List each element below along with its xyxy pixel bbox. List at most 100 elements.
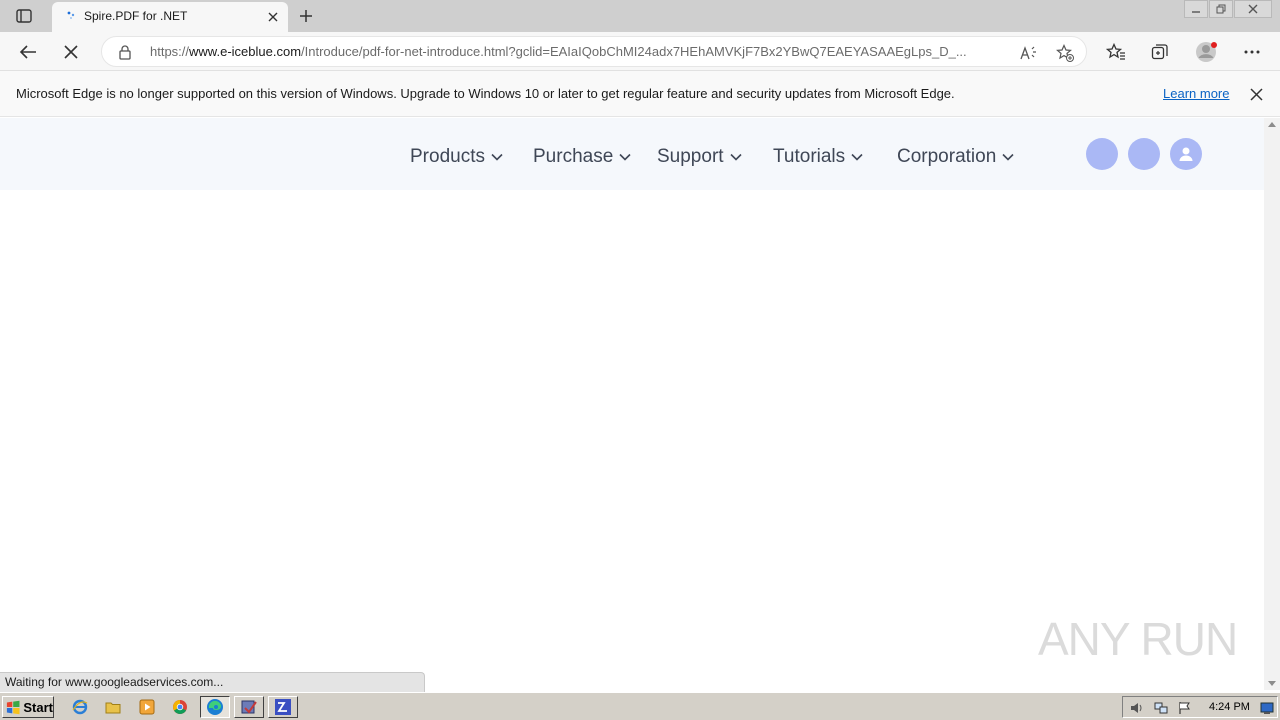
nav-item-label: Tutorials (773, 146, 846, 167)
url-prefix: https:// (150, 44, 190, 59)
minimize-button[interactable] (1184, 0, 1208, 18)
taskbar: Start 4:24 PM (0, 692, 1280, 720)
screen: Spire.PDF for .NET https://www.e-iceblue… (0, 0, 1280, 720)
tab-strip: Spire.PDF for .NET (0, 0, 1280, 32)
nav-item-products[interactable]: Products (410, 146, 504, 168)
taskbar-clock[interactable]: 4:24 PM (1209, 701, 1250, 713)
collections-button[interactable] (1147, 39, 1173, 65)
minimize-icon (1192, 11, 1200, 13)
url-text[interactable]: https://www.e-iceblue.com/Introduce/pdf-… (150, 44, 1010, 59)
favorites-button[interactable] (1103, 39, 1129, 65)
tab-active[interactable]: Spire.PDF for .NET (52, 2, 288, 32)
edge-icon (207, 699, 223, 715)
chevron-down-icon (1002, 153, 1014, 161)
star-add-icon (1056, 44, 1074, 62)
collections-icon (1151, 44, 1168, 60)
start-button[interactable]: Start (2, 696, 54, 718)
scroll-down-arrow-icon[interactable] (1268, 681, 1276, 686)
tab-title: Spire.PDF for .NET (84, 9, 188, 23)
restore-button[interactable] (1209, 0, 1233, 18)
show-desktop-button[interactable] (1259, 700, 1275, 716)
anyrun-watermark: ANY RUN (1038, 613, 1238, 665)
site-navigation: Products Purchase Support Tutorials Corp… (0, 118, 1264, 190)
application-icon (275, 699, 291, 715)
close-icon (1248, 4, 1258, 14)
nav-item-support[interactable]: Support (657, 146, 743, 168)
arrow-left-icon (19, 45, 36, 59)
nav-item-tutorials[interactable]: Tutorials (773, 146, 864, 168)
taskbar-edge-app[interactable] (200, 696, 230, 718)
start-label: Start (23, 699, 53, 715)
back-button[interactable] (15, 39, 41, 65)
stop-loading-button[interactable] (58, 39, 84, 65)
lock-icon[interactable] (118, 44, 132, 60)
chevron-down-icon (491, 153, 503, 161)
network-tray-button[interactable] (1153, 700, 1169, 716)
desktop-icon (1260, 702, 1274, 714)
restore-icon (1216, 4, 1226, 14)
settings-menu-button[interactable] (1239, 39, 1265, 65)
infobar-message: Microsoft Edge is no longer supported on… (16, 86, 955, 101)
nav-item-corporation[interactable]: Corporation (897, 146, 1015, 168)
taskbar-tool-app[interactable] (268, 696, 298, 718)
tab-actions-icon (16, 9, 32, 23)
add-favorite-button[interactable] (1054, 42, 1076, 64)
unsupported-os-infobar: Microsoft Edge is no longer supported on… (0, 71, 1280, 117)
user-account-button[interactable] (1170, 138, 1202, 170)
learn-more-link[interactable]: Learn more (1163, 86, 1229, 101)
chrome-icon (173, 700, 187, 714)
windows-logo-icon (6, 700, 20, 714)
chevron-down-icon (619, 153, 631, 161)
close-icon (268, 12, 278, 22)
nav-item-label: Support (657, 146, 724, 167)
internet-explorer-icon (72, 699, 88, 715)
more-horizontal-icon (1244, 50, 1260, 54)
system-tray: 4:24 PM (1122, 696, 1278, 718)
media-player-quicklaunch[interactable] (138, 698, 156, 716)
network-icon (1154, 702, 1168, 714)
loading-favicon-icon (67, 11, 75, 19)
status-text: Waiting for www.googleadservices.com... (5, 675, 224, 689)
tab-actions-button[interactable] (12, 6, 36, 26)
ie-quicklaunch[interactable] (71, 698, 89, 716)
nav-item-purchase[interactable]: Purchase (533, 146, 632, 168)
browser-toolbar: https://www.e-iceblue.com/Introduce/pdf-… (0, 32, 1280, 71)
taskbar-installer-app[interactable] (234, 696, 264, 718)
address-bar[interactable]: https://www.e-iceblue.com/Introduce/pdf-… (101, 36, 1087, 67)
read-aloud-button[interactable] (1018, 42, 1040, 64)
nav-item-label: Purchase (533, 146, 614, 167)
media-player-icon (139, 699, 155, 715)
volume-tray-button[interactable] (1129, 700, 1145, 716)
nav-item-label: Products (410, 146, 485, 167)
scroll-up-arrow-icon[interactable] (1268, 122, 1276, 127)
chevron-down-icon (851, 153, 863, 161)
plus-icon (300, 10, 312, 22)
folder-icon (105, 702, 121, 714)
speaker-icon (1131, 703, 1142, 713)
nav-circle-button-1[interactable] (1086, 138, 1118, 170)
vertical-scrollbar[interactable] (1264, 118, 1280, 690)
close-icon (64, 45, 78, 59)
read-aloud-icon (1020, 46, 1036, 60)
nav-circle-button-2[interactable] (1128, 138, 1160, 170)
chrome-quicklaunch[interactable] (171, 698, 189, 716)
page-content: Products Purchase Support Tutorials Corp… (0, 118, 1264, 690)
close-icon (1249, 87, 1263, 101)
status-bubble: Waiting for www.googleadservices.com... (0, 672, 425, 692)
window-close-button[interactable] (1234, 0, 1272, 18)
explorer-quicklaunch[interactable] (104, 698, 122, 716)
favorites-icon (1106, 43, 1125, 60)
tab-close-button[interactable] (264, 8, 282, 26)
new-tab-button[interactable] (295, 5, 317, 27)
nav-item-label: Corporation (897, 146, 997, 167)
profile-avatar-icon (1196, 42, 1217, 62)
profile-button[interactable] (1193, 39, 1219, 65)
installer-icon (241, 700, 257, 714)
action-center-tray-button[interactable] (1177, 700, 1193, 716)
url-path: /Introduce/pdf-for-net-introduce.html?gc… (301, 44, 967, 59)
chevron-down-icon (729, 153, 742, 161)
url-host: www.e-iceblue.com (189, 44, 302, 59)
infobar-close-button[interactable] (1246, 84, 1266, 104)
flag-icon (1179, 702, 1190, 714)
user-icon (1179, 147, 1193, 161)
